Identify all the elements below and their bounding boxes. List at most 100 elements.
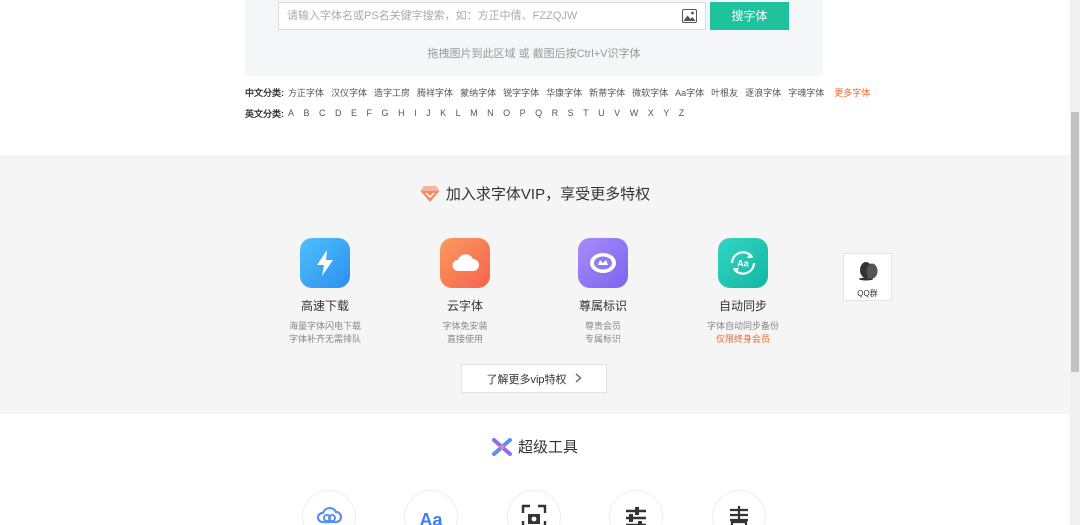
letter-link[interactable]: O <box>503 108 510 118</box>
letter-link[interactable]: D <box>335 108 342 118</box>
feature-name: 自动同步 <box>718 299 767 313</box>
feature-desc: 专属标识 <box>584 334 621 344</box>
letter-link[interactable]: F <box>367 108 373 118</box>
vip-title: 加入求字体VIP，享受更多特权 <box>420 183 650 204</box>
more-fonts-link[interactable]: 更多字体 <box>834 86 870 99</box>
tool-book-font[interactable] <box>712 490 766 525</box>
qq-icon <box>858 262 877 281</box>
vip-feature-exclusive-badge: 尊属标识 尊贵会员 专属标识 <box>533 238 673 346</box>
vip-feature-auto-sync: Aa 自动同步 字体自动同步备份 仅限终身会员 <box>673 238 813 346</box>
qq-group-widget[interactable]: QQ群 <box>843 253 892 301</box>
font-aa-icon: Aa <box>419 510 443 525</box>
letter-link[interactable]: Y <box>663 108 669 118</box>
tools-title-wrap: 超级工具 <box>0 436 1070 461</box>
letter-link[interactable]: G <box>382 108 389 118</box>
feature-name: 云字体 <box>446 299 483 313</box>
image-search-icon[interactable] <box>682 9 697 23</box>
category-item[interactable]: 造字工房 <box>374 86 410 99</box>
letter-link[interactable]: C <box>319 108 326 118</box>
letter-link[interactable]: Z <box>679 108 685 118</box>
vip-feature-cloud-font: 云字体 字体免安装 直接使用 <box>395 238 535 346</box>
tool-cloud-link[interactable] <box>302 490 356 525</box>
letter-link[interactable]: T <box>583 108 589 118</box>
english-category-label: 英文分类: <box>245 108 284 119</box>
drop-hint: 拖拽图片到此区域 或 截图后按Ctrl+V识字体 <box>427 48 641 60</box>
letter-link[interactable]: U <box>598 108 605 118</box>
letter-link[interactable]: Q <box>535 108 542 118</box>
feature-desc: 直接使用 <box>446 334 483 344</box>
vip-section: 加入求字体VIP，享受更多特权 高速下载 海量字体闪电下载 字体补齐无需排队 云… <box>0 155 1070 414</box>
cloud-icon <box>440 238 490 288</box>
chevron-right-icon <box>575 372 582 386</box>
vip-title-text: 加入求字体VIP，享受更多特权 <box>445 186 651 203</box>
category-item[interactable]: 字魂字体 <box>788 86 824 99</box>
letter-link[interactable]: M <box>470 108 478 118</box>
vip-feature-fast-download: 高速下载 海量字体闪电下载 字体补齐无需排队 <box>255 238 395 346</box>
letter-link[interactable]: H <box>398 108 405 118</box>
letter-link[interactable]: V <box>614 108 620 118</box>
diamond-icon <box>420 185 440 202</box>
letter-link[interactable]: R <box>552 108 559 118</box>
qq-label: QQ群 <box>857 289 878 298</box>
search-input[interactable] <box>278 2 706 30</box>
more-vip-button[interactable]: 了解更多vip特权 <box>461 364 607 393</box>
feature-name: 尊属标识 <box>578 299 627 313</box>
category-item[interactable]: 逐浪字体 <box>745 86 781 99</box>
letter-link[interactable]: E <box>351 108 357 118</box>
search-box: 搜字体 <box>278 2 952 30</box>
category-item[interactable]: 汉仪字体 <box>331 86 367 99</box>
letter-link[interactable]: J <box>426 108 431 118</box>
category-item[interactable]: 华康字体 <box>546 86 582 99</box>
tool-font-preview[interactable]: Aa <box>404 490 458 525</box>
letter-link[interactable]: B <box>304 108 310 118</box>
badge-icon <box>578 238 628 288</box>
tools-title: 超级工具 <box>491 436 578 457</box>
scan-icon <box>521 504 547 525</box>
lightning-icon <box>300 238 350 288</box>
letter-link[interactable]: L <box>456 108 461 118</box>
search-button[interactable]: 搜字体 <box>710 2 789 30</box>
svg-text:Aa: Aa <box>419 510 443 525</box>
svg-text:Aa: Aa <box>737 259 749 269</box>
category-item[interactable]: 腾祥字体 <box>417 86 453 99</box>
sliders-icon <box>626 507 646 525</box>
tool-image-recognition[interactable] <box>507 490 561 525</box>
letter-link[interactable]: P <box>520 108 526 118</box>
scrollbar-thumb[interactable] <box>1071 112 1079 372</box>
tool-adjust[interactable] <box>609 490 663 525</box>
tools-title-text: 超级工具 <box>517 439 578 456</box>
category-item[interactable]: 锐字字体 <box>503 86 539 99</box>
feature-desc: 字体自动同步备份 <box>706 321 779 331</box>
feature-desc: 海量字体闪电下载 <box>288 321 361 331</box>
letter-link[interactable]: X <box>648 108 654 118</box>
page: 搜字体 拖拽图片到此区域 或 截图后按Ctrl+V识字体 中文分类: 方正字体 … <box>0 0 1080 525</box>
feature-name: 高速下载 <box>300 299 349 313</box>
letter-link[interactable]: S <box>568 108 574 118</box>
scrollbar[interactable] <box>1070 0 1080 525</box>
sync-icon: Aa <box>718 238 768 288</box>
category-item[interactable]: Aa字体 <box>675 86 704 99</box>
letter-link[interactable]: N <box>487 108 494 118</box>
english-category-row: 英文分类: A B C D E F G H I J K L M N O P Q … <box>245 106 694 120</box>
cloud-link-icon <box>316 506 343 524</box>
letter-link[interactable]: I <box>414 108 417 118</box>
chinese-category-label: 中文分类: <box>245 87 284 98</box>
category-item[interactable]: 叶根友 <box>711 86 738 99</box>
feature-desc: 字体补齐无需排队 <box>288 334 361 344</box>
tools-icon <box>491 437 512 456</box>
more-vip-label: 了解更多vip特权 <box>486 373 567 386</box>
search-panel[interactable]: 搜字体 拖拽图片到此区域 或 截图后按Ctrl+V识字体 <box>245 0 823 76</box>
category-item[interactable]: 蒙纳字体 <box>460 86 496 99</box>
vip-title-wrap: 加入求字体VIP，享受更多特权 <box>0 183 1070 208</box>
feature-desc: 尊贵会员 <box>584 321 621 331</box>
letter-link[interactable]: W <box>630 108 639 118</box>
feature-desc: 字体免安装 <box>442 321 488 331</box>
category-item[interactable]: 方正字体 <box>288 86 324 99</box>
feature-desc-lifetime: 仅限终身会员 <box>715 334 770 344</box>
chinese-category-row: 中文分类: 方正字体 汉仪字体 造字工房 腾祥字体 蒙纳字体 锐字字体 华康字体… <box>245 85 870 99</box>
category-item[interactable]: 新蒂字体 <box>589 86 625 99</box>
book-char-icon <box>730 506 748 525</box>
category-item[interactable]: 微软字体 <box>632 86 668 99</box>
letter-link[interactable]: K <box>440 108 446 118</box>
letter-link[interactable]: A <box>288 108 294 118</box>
